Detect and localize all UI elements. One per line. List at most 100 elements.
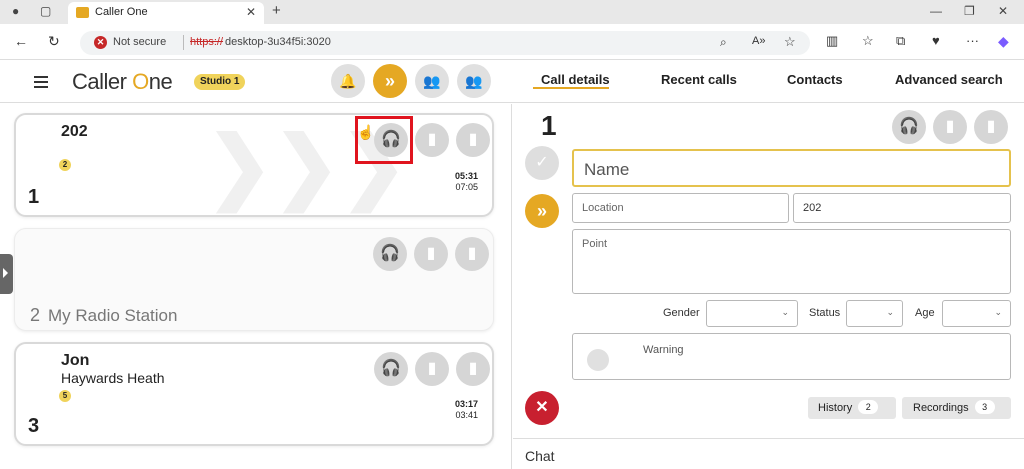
- history-label: History: [818, 402, 853, 414]
- tab-title: Caller One: [95, 6, 148, 18]
- fader-2-icon[interactable]: ▮: [455, 237, 489, 271]
- browser-tab-bar: ● ▢ Caller One ✕ + — ❐ ✕: [0, 0, 1024, 24]
- chevron-down-icon: ⌄: [886, 307, 894, 317]
- fader-2-icon[interactable]: ▮: [456, 352, 490, 386]
- new-tab-icon[interactable]: +: [272, 2, 281, 19]
- back-icon[interactable]: ←: [14, 33, 28, 49]
- status-label: Status: [809, 307, 841, 319]
- chevron-down-icon: ⌄: [994, 307, 1002, 317]
- restore-icon[interactable]: ❐: [964, 4, 975, 18]
- call-duration: 05:31: [454, 171, 478, 181]
- warning-label: Warning: [643, 344, 684, 356]
- menu-icon[interactable]: [26, 69, 56, 93]
- recordings-count: 3: [974, 400, 995, 414]
- headphones-icon[interactable]: 🎧: [892, 110, 926, 144]
- name-placeholder: Name: [584, 160, 630, 179]
- minimize-icon[interactable]: —: [930, 4, 942, 18]
- copilot-icon[interactable]: ◆: [998, 33, 1009, 50]
- line-card-1[interactable]: ❯❯❯ 202 2 🎧 ▮ ▮ 05:31 07:05 1: [14, 113, 494, 217]
- chat-bar[interactable]: Chat: [513, 438, 1024, 469]
- warning-field[interactable]: Warning: [572, 333, 1011, 380]
- forward-icon[interactable]: »: [373, 64, 407, 98]
- caller-name: 202: [61, 123, 88, 140]
- line-card-2[interactable]: 🎧 ▮ ▮ 2 My Radio Station: [14, 228, 494, 331]
- line-number: 2: [30, 305, 41, 325]
- call-time: 07:05: [455, 182, 478, 192]
- name-field[interactable]: Name: [572, 149, 1011, 187]
- url-host: desktop-3u34f5i:3020: [225, 36, 331, 48]
- gender-select[interactable]: ⌄: [706, 300, 798, 327]
- favorites-icon[interactable]: ☆: [862, 33, 874, 49]
- not-secure-icon: ✕: [94, 36, 107, 49]
- operator-2-icon[interactable]: 👥: [457, 64, 491, 98]
- side-drawer-handle[interactable]: [0, 254, 13, 294]
- favorite-star-icon[interactable]: ☆: [784, 34, 796, 50]
- logo-suffix: ne: [148, 69, 173, 94]
- tab-call-details[interactable]: Call details: [541, 72, 610, 87]
- app-header: Caller One Studio 1 🔔 » 👥 👥 Call details…: [0, 61, 1024, 103]
- fader-1-icon[interactable]: ▮: [415, 123, 449, 157]
- call-count-badge: 2: [59, 159, 71, 171]
- security-label: Not secure: [113, 36, 167, 48]
- fader-2-icon[interactable]: ▮: [974, 110, 1008, 144]
- url-protocol: https://: [190, 36, 224, 48]
- refresh-icon[interactable]: ↻: [48, 33, 60, 50]
- operator-1-icon[interactable]: 👥: [415, 64, 449, 98]
- headphones-icon[interactable]: 🎧: [374, 352, 408, 386]
- profile-icon[interactable]: ●: [12, 4, 19, 18]
- call-duration: 03:17: [454, 399, 478, 409]
- split-screen-icon[interactable]: ▥: [826, 33, 838, 49]
- line-number: 3: [28, 415, 40, 437]
- url-field[interactable]: ✕ Not secure https:// desktop-3u34f5i:30…: [80, 31, 810, 55]
- workspaces-icon[interactable]: ▢: [40, 4, 51, 18]
- hangup-icon[interactable]: ✕: [525, 391, 559, 425]
- history-button[interactable]: History 2: [808, 397, 896, 419]
- logo-o: O: [132, 69, 149, 94]
- station-name: My Radio Station: [48, 306, 178, 325]
- read-aloud-icon[interactable]: A»: [752, 35, 765, 47]
- address-bar-row: ← ↻ ✕ Not secure https:// desktop-3u34f5…: [0, 24, 1024, 60]
- station-label: 2 My Radio Station: [30, 305, 177, 326]
- chevron-down-icon: ⌄: [781, 307, 789, 317]
- status-select[interactable]: ⌄: [846, 300, 903, 327]
- age-select[interactable]: ⌄: [942, 300, 1011, 327]
- fader-1-icon[interactable]: ▮: [933, 110, 967, 144]
- forward-icon[interactable]: »: [525, 194, 559, 228]
- recordings-label: Recordings: [913, 402, 969, 414]
- url-separator: [183, 35, 184, 50]
- point-placeholder: Point: [582, 238, 608, 250]
- logo-prefix: Caller: [72, 69, 133, 94]
- tab-advanced-search[interactable]: Advanced search: [895, 72, 1003, 87]
- warning-toggle[interactable]: [587, 349, 609, 371]
- browser-tab[interactable]: Caller One ✕: [68, 2, 264, 24]
- fader-1-icon[interactable]: ▮: [414, 237, 448, 271]
- fader-2-icon[interactable]: ▮: [456, 123, 490, 157]
- line-card-3[interactable]: Jon Haywards Heath 5 🎧 ▮ ▮ 03:17 03:41 3: [14, 342, 494, 446]
- fader-1-icon[interactable]: ▮: [415, 352, 449, 386]
- recordings-button[interactable]: Recordings 3: [902, 397, 1011, 419]
- headphones-icon[interactable]: 🎧: [373, 237, 407, 271]
- call-count-badge: 5: [59, 390, 71, 402]
- point-field[interactable]: Point: [572, 229, 1011, 294]
- zoom-icon[interactable]: ⌕: [720, 35, 727, 50]
- close-window-icon[interactable]: ✕: [998, 4, 1008, 18]
- bell-icon[interactable]: 🔔: [331, 64, 365, 98]
- cursor-icon: ☝: [357, 124, 375, 140]
- check-icon[interactable]: ✓: [525, 146, 559, 180]
- location-placeholder: Location: [582, 202, 624, 214]
- app-logo: Caller One: [72, 69, 173, 95]
- tab-contacts[interactable]: Contacts: [787, 72, 843, 87]
- gender-label: Gender: [663, 307, 700, 319]
- phone-value: 202: [803, 202, 822, 214]
- collections-icon[interactable]: ⧉: [896, 33, 905, 49]
- location-field[interactable]: Location: [572, 193, 789, 223]
- call-details-pane: 1 🎧 ▮ ▮ ✓ » ✕ Name Location 202 Point Ge…: [513, 104, 1024, 469]
- tab-recent-calls[interactable]: Recent calls: [661, 72, 737, 87]
- caller-location: Haywards Heath: [61, 370, 165, 386]
- studio-badge: Studio 1: [194, 74, 246, 90]
- more-icon[interactable]: ···: [966, 33, 979, 48]
- close-tab-icon[interactable]: ✕: [246, 5, 256, 19]
- phone-field[interactable]: 202: [793, 193, 1011, 223]
- chat-label: Chat: [525, 448, 555, 464]
- browser-essentials-icon[interactable]: ♥: [932, 33, 940, 48]
